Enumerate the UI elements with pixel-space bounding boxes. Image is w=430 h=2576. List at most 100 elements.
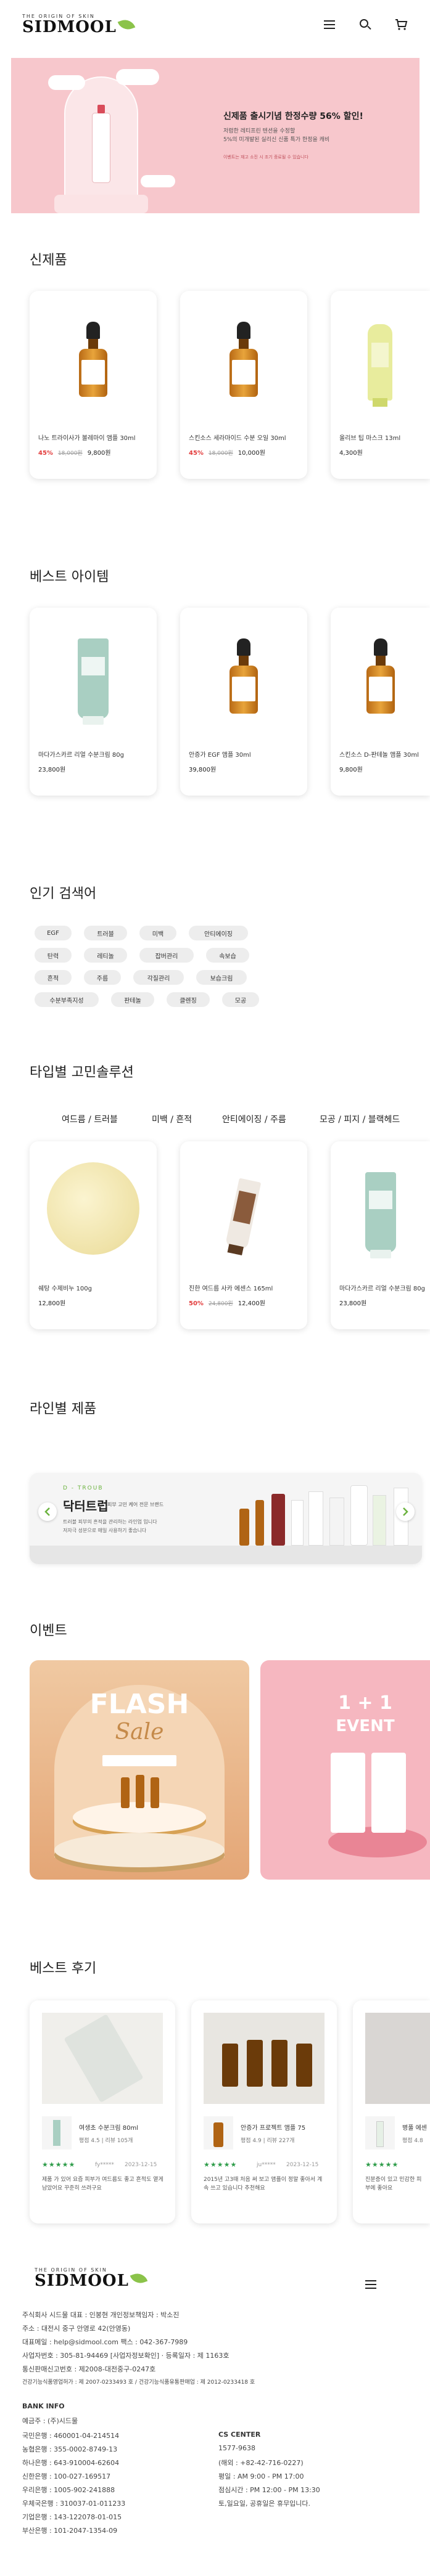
product-card[interactable]: 안증가 EGF 앰플 30ml 39,800원	[180, 608, 307, 796]
product-name: 올리브 팁 마스크 13ml	[339, 435, 401, 442]
review-card[interactable]: 병풀 에센스 평점 4.8 ★★★★★ 진분증이 있고 민감한 피부에 좋아요	[353, 2000, 430, 2223]
product-image	[331, 1753, 365, 1833]
search-tag[interactable]: 트러블	[84, 926, 127, 940]
price-row: 45% 18,000원 10,000원	[189, 447, 265, 457]
tab-pore[interactable]: 모공 / 피지 / 블랙헤드	[320, 1113, 400, 1125]
line-banner[interactable]: D - TROUB 닥터트럽 피부 고민 케어 전문 브랜드 트러블 피부의 흔…	[30, 1473, 422, 1564]
site-logo[interactable]: THE ORIGIN OF SKIN SIDMOOL	[22, 14, 136, 36]
search-tag[interactable]: 각질관리	[133, 970, 184, 985]
sale-price: 9,800원	[339, 767, 363, 773]
cloud-decoration	[141, 175, 175, 187]
section-title-reviews: 베스트 후기	[30, 1961, 97, 1976]
promo-banner[interactable]: 신제품 출시기념 한정수량 56% 할인! 저렴한 레티프린 텐션을 수정할 5…	[11, 58, 420, 213]
search-tag[interactable]: 모공	[222, 992, 259, 1007]
star-rating-icon: ★★★★★	[365, 2161, 399, 2169]
line-desc: 트러블 피부의 흔적을 관리하는 라인업 입니다	[63, 1519, 157, 1525]
search-tag[interactable]: 잡버관리	[139, 948, 194, 963]
product-image	[308, 1491, 323, 1546]
event-card-flash-sale[interactable]: FLASH Sale	[30, 1660, 249, 1880]
product-card[interactable]: 진한 여드름 사카 에센스 165ml 50% 24,800원 12,400원	[180, 1141, 307, 1329]
review-photo	[365, 2013, 430, 2104]
bank-title: BANK INFO	[22, 2402, 65, 2410]
cart-icon[interactable]	[394, 18, 408, 31]
event-card-1plus1[interactable]: 1 + 1 EVENT	[260, 1660, 430, 1880]
review-text: 2015년 고3때 처음 써 보고 앰플이 정말 좋아서 계속 쓰고 있습니다 …	[204, 2177, 323, 2191]
original-price: 24,800원	[208, 1301, 233, 1307]
product-card[interactable]: 쉐탕 수제비누 100g 12,800원	[30, 1141, 157, 1329]
event-label	[102, 1755, 176, 1766]
product-card[interactable]: 마다가스카르 리얼 수분크림 80g 23,800원	[30, 608, 157, 796]
cs-info: 점심시간 : PM 12:00 - PM 13:30	[218, 2486, 320, 2494]
footer-menu-icon[interactable]	[364, 2278, 378, 2291]
search-tag[interactable]: 속보습	[206, 948, 249, 963]
tab-acne[interactable]: 여드름 / 트러블	[62, 1113, 118, 1125]
banner-title: 신제품 출시기념 한정수량 56% 할인!	[223, 112, 363, 121]
product-image	[30, 616, 157, 733]
review-date: 2023-12-15	[286, 2162, 319, 2168]
search-tag[interactable]: 보습크림	[196, 970, 247, 985]
star-rating-icon: ★★★★★	[204, 2161, 238, 2169]
product-card[interactable]: 나노 트라이사가 볼레마이 앰플 30ml 45% 18,000원 9,800원	[30, 291, 157, 479]
sale-price: 4,300원	[339, 450, 363, 457]
price-row: 9,800원	[339, 764, 363, 773]
cs-info: 토,일요일, 공휴일은 휴무입니다.	[218, 2500, 311, 2508]
bank-account: 기업은행 : 143-122078-01-015	[22, 2513, 122, 2521]
search-tag[interactable]: 탄력	[35, 948, 72, 963]
original-price: 18,000원	[208, 450, 233, 457]
product-image	[30, 1150, 157, 1267]
tab-whitening[interactable]: 미백 / 흔적	[152, 1113, 192, 1125]
chevron-left-icon[interactable]	[38, 1502, 57, 1521]
price-row: 50% 24,800원 12,400원	[189, 1298, 265, 1307]
cs-info: (해외 : +82-42-716-0227)	[218, 2459, 304, 2467]
product-image	[180, 616, 307, 733]
review-product-name: 안증가 프로젝트 앰플 75	[241, 2125, 306, 2132]
product-name: 스킨소스 세라마이드 수분 오일 30ml	[189, 435, 286, 442]
product-card[interactable]: 스킨소스 D-판테놀 앰플 30ml 9,800원	[331, 608, 430, 796]
search-tag[interactable]: 안티에이징	[189, 926, 248, 940]
product-name: 진한 여드름 사카 에센스 165ml	[189, 1286, 273, 1292]
bank-account: 우리은행 : 1005-902-241888	[22, 2486, 115, 2494]
sale-text: Sale	[115, 1719, 164, 1745]
sale-price: 23,800원	[339, 1300, 367, 1307]
site-header: THE ORIGIN OF SKIN SIDMOOL	[0, 0, 430, 49]
product-image	[350, 1485, 368, 1546]
product-image	[373, 1495, 386, 1546]
price-row: 39,800원	[189, 764, 216, 773]
review-text: 제품 가 있어 요즘 피부가 여드름도 좋고 흔적도 옅게 남았어요 꾸준히 쓰…	[42, 2177, 163, 2191]
footer-logo[interactable]: THE ORIGIN OF SKIN SIDMOOL	[35, 2268, 148, 2289]
search-tag[interactable]: 미백	[139, 926, 176, 940]
search-tag[interactable]: 레티놀	[84, 948, 127, 963]
product-image	[180, 1150, 307, 1267]
product-card[interactable]: 스킨소스 세라마이드 수분 오일 30ml 45% 18,000원 10,000…	[180, 291, 307, 479]
product-image	[331, 1150, 430, 1267]
product-name: 마다가스카르 리얼 수분크림 80g	[339, 1286, 426, 1292]
line-desc: 저자극 성분으로 매일 사용하기 좋습니다	[63, 1528, 147, 1533]
cs-info: 1577-9638	[218, 2444, 255, 2452]
cs-info: 평일 : AM 9:00 - PM 17:00	[218, 2472, 304, 2480]
search-tag[interactable]: 판테놀	[111, 992, 154, 1007]
discount-rate: 45%	[189, 450, 204, 457]
product-card[interactable]: 마다가스카르 리얼 수분크림 80g 23,800원	[331, 1141, 430, 1329]
review-meta: 평점 4.9 | 리뷰 227개	[241, 2138, 295, 2144]
review-product-name: 여생초 수분크림 80ml	[79, 2125, 139, 2132]
product-card[interactable]: 올리브 팁 마스크 13ml 4,300원	[331, 291, 430, 479]
tab-antiaging[interactable]: 안티에이징 / 주름	[222, 1113, 286, 1125]
site-footer: THE ORIGIN OF SKIN SIDMOOL 주식회사 시드물 대표 :…	[0, 2243, 430, 2576]
review-card[interactable]: 안증가 프로젝트 앰플 75 평점 4.9 | 리뷰 227개 ★★★★★ ju…	[191, 2000, 337, 2223]
product-thumb	[204, 2116, 233, 2150]
logo-word: SIDMOOL	[22, 18, 117, 36]
chevron-right-icon[interactable]	[396, 1502, 415, 1521]
search-icon[interactable]	[358, 18, 372, 31]
review-card[interactable]: 여생초 수분크림 80ml 평점 4.5 | 리뷰 105개 ★★★★★ fy*…	[30, 2000, 175, 2223]
product-image	[255, 1500, 264, 1546]
product-image	[30, 300, 157, 417]
search-tag[interactable]: EGF	[35, 926, 72, 940]
product-image	[331, 616, 430, 733]
search-tag[interactable]: 흔적	[35, 970, 72, 985]
product-image	[180, 300, 307, 417]
search-tag[interactable]: 클렌징	[167, 992, 210, 1007]
search-tag[interactable]: 수분부족지성	[35, 992, 99, 1007]
banner-line: 5%의 미개발된 실리신 신품 특가 한정을 캐비	[223, 137, 330, 143]
search-tag[interactable]: 주름	[84, 970, 121, 985]
menu-icon[interactable]	[323, 18, 336, 31]
